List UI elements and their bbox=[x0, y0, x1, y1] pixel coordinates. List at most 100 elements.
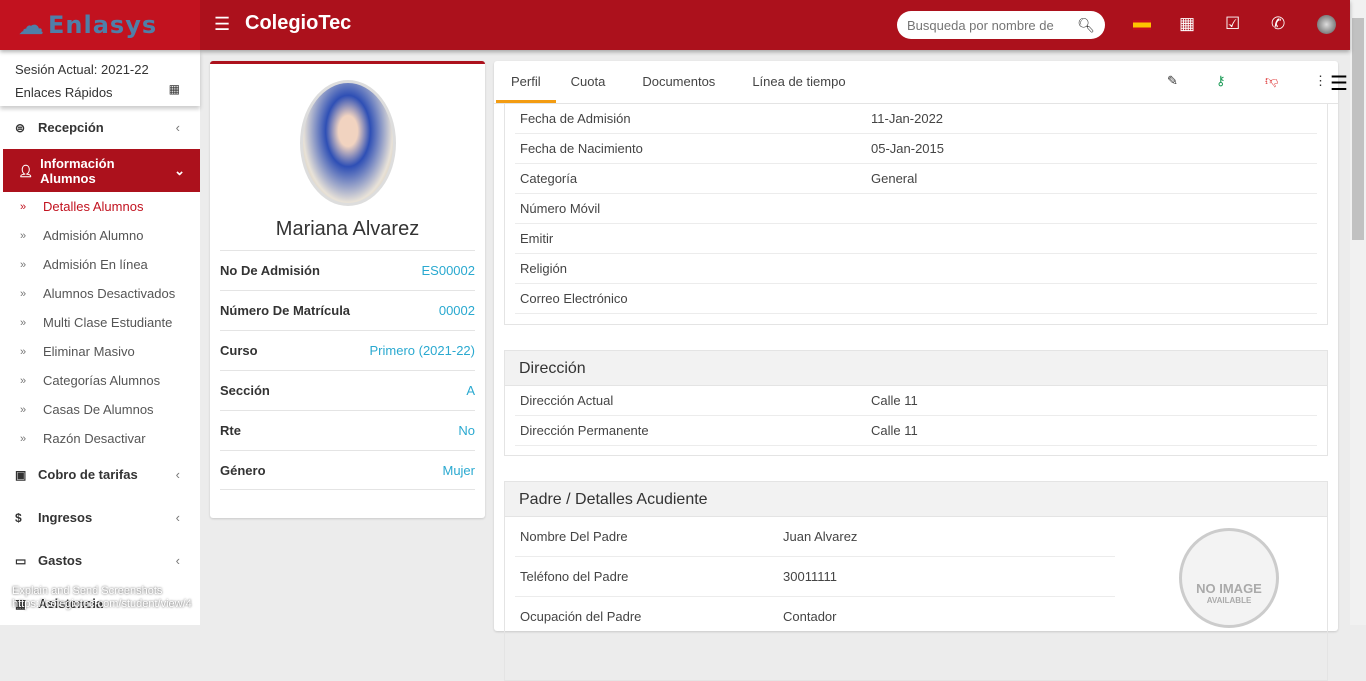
key-icon[interactable]: ⚷ bbox=[1216, 73, 1226, 89]
info-row: SecciónA bbox=[220, 370, 475, 410]
chevron-left-icon: ‹ bbox=[176, 120, 180, 135]
grid-icon[interactable]: ▦ bbox=[169, 82, 180, 96]
checkbox-icon[interactable]: ☑ bbox=[1225, 14, 1240, 34]
student-name: Mariana Alvarez bbox=[220, 218, 475, 241]
row-label: Teléfono del Padre bbox=[515, 569, 783, 584]
student-photo bbox=[300, 80, 396, 206]
info-row: Teléfono del Padre30011111 bbox=[515, 557, 1115, 597]
tab-documentos[interactable]: Documentos bbox=[620, 61, 737, 103]
user-avatar[interactable] bbox=[1317, 15, 1336, 34]
row-value: Primero (2021-22) bbox=[370, 343, 476, 358]
info-row: Fecha de Admisión11-Jan-2022 bbox=[515, 104, 1317, 134]
parent-title: Padre / Detalles Acudiente bbox=[505, 482, 1327, 517]
menu-toggle-icon[interactable]: ☰ bbox=[214, 14, 230, 35]
submenu-casas-alumnos[interactable]: »Casas De Alumnos bbox=[0, 395, 200, 424]
row-value: Calle 11 bbox=[871, 423, 918, 438]
row-value: Contador bbox=[783, 609, 836, 624]
info-row: Dirección ActualCalle 11 bbox=[515, 386, 1317, 416]
info-row: CategoríaGeneral bbox=[515, 164, 1317, 194]
double-chevron-icon: » bbox=[20, 346, 43, 358]
info-row: Emitir bbox=[515, 224, 1317, 254]
row-value: Juan Alvarez bbox=[783, 529, 857, 544]
top-header: ☁Enlasys ☰ ColegioTec 🔍︎ ▦ ☑ ✆ bbox=[0, 0, 1350, 50]
more-vertical-icon[interactable]: ⋮ bbox=[1314, 73, 1327, 89]
address-title: Dirección bbox=[505, 351, 1327, 386]
whatsapp-icon[interactable]: ✆ bbox=[1271, 14, 1285, 34]
info-row: CursoPrimero (2021-22) bbox=[220, 330, 475, 370]
sidebar: Sesión Actual: 2021-22 Enlaces Rápidos ▦… bbox=[0, 50, 200, 625]
search-icon[interactable]: 🔍︎ bbox=[1077, 17, 1095, 34]
page-scrollbar[interactable] bbox=[1350, 0, 1366, 625]
no-image-placeholder: NO IMAGEAVAILABLE bbox=[1179, 528, 1279, 628]
sidebar-item-informacion-alumnos[interactable]: 👤︎Información Alumnos⌄ bbox=[3, 149, 200, 192]
session-panel: Sesión Actual: 2021-22 Enlaces Rápidos ▦ bbox=[0, 50, 200, 106]
submenu-admision-en-linea[interactable]: »Admisión En línea bbox=[0, 250, 200, 279]
sidebar-item-gastos[interactable]: ▭Gastos‹ bbox=[0, 539, 200, 582]
cloud-logo-icon: ☁ bbox=[18, 10, 44, 41]
spain-flag-icon[interactable] bbox=[1133, 20, 1151, 30]
thumbs-down-icon[interactable]: 👎︎ bbox=[1265, 73, 1278, 89]
submenu-admision-alumno[interactable]: »Admisión Alumno bbox=[0, 221, 200, 250]
info-row: Dirección PermanenteCalle 11 bbox=[515, 416, 1317, 446]
app-title: ColegioTec bbox=[245, 12, 351, 35]
tab-perfil[interactable]: Perfil bbox=[496, 61, 556, 103]
submenu-alumnos-desactivados[interactable]: »Alumnos Desactivados bbox=[0, 279, 200, 308]
tab-linea-de-tiempo[interactable]: Línea de tiempo bbox=[737, 61, 860, 103]
tab-bar: Perfil Cuota Documentos Línea de tiempo … bbox=[494, 61, 1338, 104]
details-panel: Perfil Cuota Documentos Línea de tiempo … bbox=[494, 61, 1338, 631]
info-row: Ocupación del PadreContador bbox=[515, 597, 1115, 637]
chevron-left-icon: ‹ bbox=[176, 467, 180, 482]
calendar-icon[interactable]: ▦ bbox=[1179, 14, 1195, 34]
sidebar-item-cobro-tarifas[interactable]: ▣Cobro de tarifas‹ bbox=[0, 453, 200, 496]
submenu-categorias-alumnos[interactable]: »Categorías Alumnos bbox=[0, 366, 200, 395]
row-label: Dirección Permanente bbox=[515, 423, 871, 438]
row-label: Dirección Actual bbox=[515, 393, 871, 408]
search-input[interactable] bbox=[907, 18, 1077, 33]
info-row: Número De Matrícula00002 bbox=[220, 290, 475, 330]
row-label: Número De Matrícula bbox=[220, 303, 350, 318]
row-value: ES00002 bbox=[422, 263, 476, 278]
row-value: General bbox=[871, 171, 917, 186]
row-label: Número Móvil bbox=[515, 201, 871, 216]
current-session: Sesión Actual: 2021-22 bbox=[15, 58, 185, 81]
info-row: Correo Electrónico bbox=[515, 284, 1317, 314]
row-label: Género bbox=[220, 463, 266, 478]
sidebar-item-recepcion[interactable]: ⊜Recepción‹ bbox=[0, 106, 200, 149]
tab-cuota[interactable]: Cuota bbox=[556, 61, 621, 103]
row-value: Calle 11 bbox=[871, 393, 918, 408]
search-box: 🔍︎ bbox=[897, 11, 1105, 39]
basic-info-table: Fecha de Admisión11-Jan-2022Fecha de Nac… bbox=[504, 104, 1328, 325]
chevron-left-icon: ‹ bbox=[176, 553, 180, 568]
logo[interactable]: ☁Enlasys bbox=[0, 0, 200, 50]
submenu-razon-desactivar[interactable]: »Razón Desactivar bbox=[0, 424, 200, 453]
info-row: Fecha de Nacimiento05-Jan-2015 bbox=[515, 134, 1317, 164]
sidebar-item-ingresos[interactable]: $Ingresos‹ bbox=[0, 496, 200, 539]
screenshot-overlay: Explain and Send Screenshotshttps://cole… bbox=[12, 585, 192, 611]
double-chevron-icon: » bbox=[20, 201, 43, 213]
row-label: Nombre Del Padre bbox=[515, 529, 783, 544]
submenu-eliminar-masivo[interactable]: »Eliminar Masivo bbox=[0, 337, 200, 366]
reception-icon: ⊜ bbox=[15, 121, 38, 135]
student-profile-card: Mariana Alvarez No De Admisión ES00002 Núm… bbox=[210, 61, 485, 518]
row-value: 11-Jan-2022 bbox=[871, 111, 943, 126]
row-value: No bbox=[458, 423, 475, 438]
info-row: GéneroMujer bbox=[220, 450, 475, 490]
hamburger-icon[interactable]: ☰ bbox=[1330, 71, 1348, 96]
double-chevron-icon: » bbox=[20, 375, 43, 387]
submenu-multi-clase[interactable]: »Multi Clase Estudiante bbox=[0, 308, 200, 337]
row-label: Ocupación del Padre bbox=[515, 609, 783, 624]
row-label: Religión bbox=[515, 261, 871, 276]
quick-links[interactable]: Enlaces Rápidos bbox=[15, 81, 185, 104]
submenu-detalles-alumnos[interactable]: »Detalles Alumnos bbox=[0, 192, 200, 221]
row-value: 30011111 bbox=[783, 569, 837, 584]
info-row: RteNo bbox=[220, 410, 475, 450]
row-label: No De Admisión bbox=[220, 263, 320, 278]
row-label: Correo Electrónico bbox=[515, 291, 871, 306]
double-chevron-icon: » bbox=[20, 317, 43, 329]
double-chevron-icon: » bbox=[20, 288, 43, 300]
row-label: Emitir bbox=[515, 231, 871, 246]
info-row: Religión bbox=[515, 254, 1317, 284]
chevron-left-icon: ‹ bbox=[176, 510, 180, 525]
scrollbar-thumb[interactable] bbox=[1352, 18, 1364, 240]
edit-icon[interactable]: ✎ bbox=[1167, 73, 1178, 89]
